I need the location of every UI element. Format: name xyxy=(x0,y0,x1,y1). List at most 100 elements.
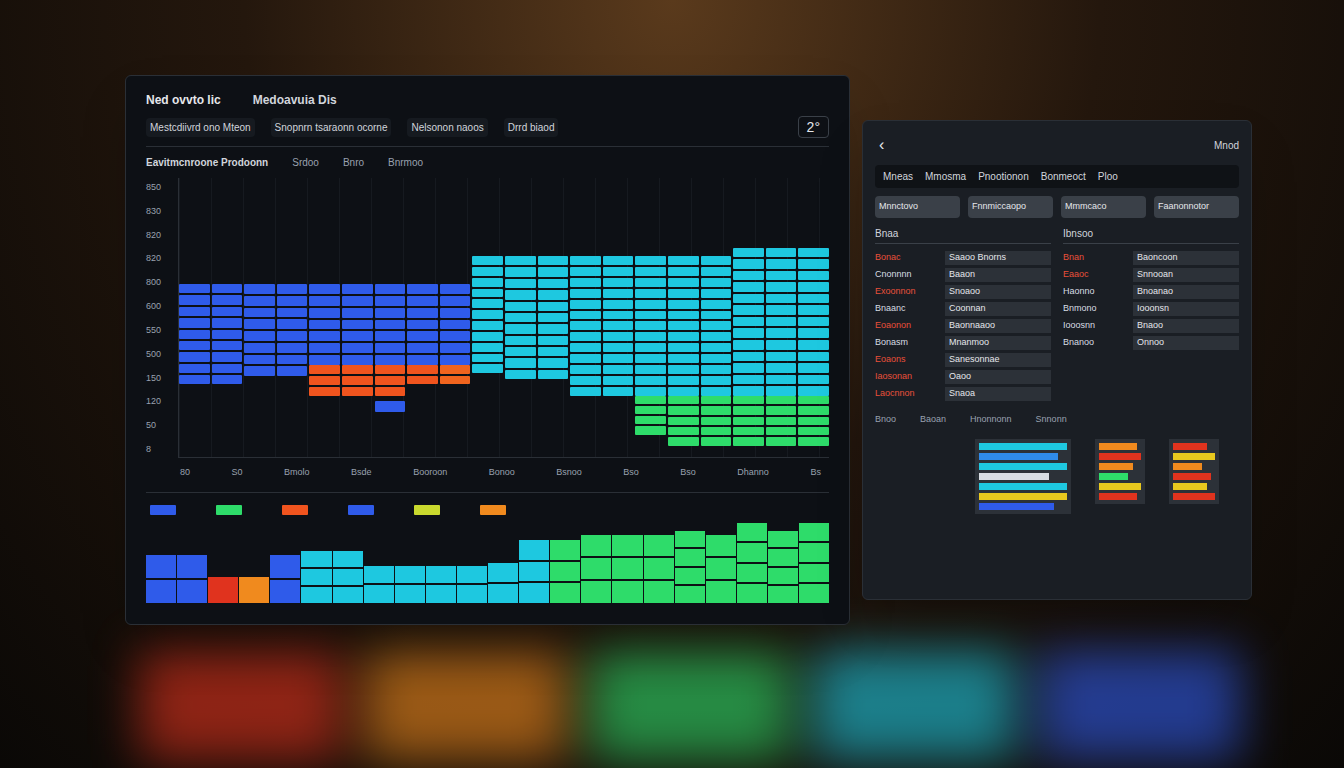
side-list: BnaaBonacSaaoo BnornsCnonnnnBaaonExoonno… xyxy=(875,226,1051,401)
chart-tile xyxy=(635,406,666,414)
filter-button[interactable]: Fnnmiccaopo xyxy=(968,196,1053,218)
chart-segment xyxy=(798,248,829,396)
chart-tile xyxy=(538,370,569,379)
chart-tile xyxy=(538,290,569,299)
mini-track xyxy=(1173,473,1215,480)
toolbar-item[interactable]: Mestcdiivrd ono Mteon xyxy=(146,118,255,137)
strip-tile xyxy=(270,555,300,578)
strip-tile xyxy=(799,584,829,603)
x-tick: Bmolo xyxy=(284,466,310,480)
row-detail: Bnoanao xyxy=(1133,285,1239,299)
strip-tile xyxy=(333,551,363,567)
list-row[interactable]: BnanooOnnoo xyxy=(1063,336,1239,350)
list-row[interactable]: EaaocSnnooan xyxy=(1063,268,1239,282)
strip-tile xyxy=(270,580,300,603)
list-row[interactable]: LaocnnonSnaoa xyxy=(875,387,1051,401)
chart-segment xyxy=(733,396,764,446)
strip-bar xyxy=(177,555,207,603)
toolbar-item[interactable]: Nelsonon naoos xyxy=(407,118,487,137)
strip-bar xyxy=(581,535,611,602)
chart-tile xyxy=(407,343,438,353)
chart-tile xyxy=(375,355,406,365)
mini-fill xyxy=(979,463,1067,470)
chart-column xyxy=(766,178,797,457)
row-detail: Baoncoon xyxy=(1133,251,1239,265)
chart-column xyxy=(733,178,764,457)
chart-tile xyxy=(603,376,634,385)
row-detail: Saaoo Bnorns xyxy=(945,251,1051,265)
list-row[interactable]: IooosnnBnaoo xyxy=(1063,319,1239,333)
chart-tile xyxy=(701,387,732,396)
row-label: Cnonnnn xyxy=(875,268,941,282)
list-row[interactable]: EoaononBaonnaaoo xyxy=(875,319,1051,333)
filter-button[interactable]: Faanonnotor xyxy=(1154,196,1239,218)
chart-tile xyxy=(603,311,634,320)
list-row[interactable]: BnaancCoonnan xyxy=(875,302,1051,316)
header-item: Ploo xyxy=(1098,169,1118,184)
chart-tile xyxy=(701,256,732,265)
list-row[interactable]: IaosonanOaoo xyxy=(875,370,1051,384)
chart-segment xyxy=(635,396,666,435)
back-icon[interactable]: ‹ xyxy=(875,133,888,157)
chart-tile xyxy=(635,396,666,404)
list-row[interactable]: ExoonnonSnoaoo xyxy=(875,285,1051,299)
strip-tile xyxy=(706,581,736,602)
chart-column xyxy=(472,178,503,457)
list-row[interactable]: CnonnnnBaaon xyxy=(875,268,1051,282)
chart-tile xyxy=(798,271,829,281)
chart-tile xyxy=(244,343,275,353)
chart-segment xyxy=(472,256,503,373)
strip-tile xyxy=(519,583,549,602)
chart-tile xyxy=(375,296,406,306)
note: Bnoo xyxy=(875,413,896,427)
list-row[interactable]: BonasmMnanmoo xyxy=(875,336,1051,350)
chart-tile xyxy=(603,256,634,265)
chart-tile xyxy=(701,417,732,425)
chart-tile xyxy=(505,347,536,356)
row-label: Eoaons xyxy=(875,353,941,367)
chart-tile xyxy=(375,331,406,341)
chart-segment xyxy=(635,256,666,396)
chart-tile xyxy=(407,355,438,365)
header-item: Mneas xyxy=(883,169,913,184)
toolbar-item[interactable]: Drrd biaod xyxy=(504,118,559,137)
chart-segment xyxy=(179,284,210,384)
chart-tile xyxy=(309,365,340,374)
chart-column xyxy=(570,178,601,457)
chart-tile xyxy=(635,365,666,374)
mini-fill xyxy=(1173,443,1207,450)
toolbar-item[interactable]: Snopnrn tsaraonn ocorne xyxy=(271,118,392,137)
main-monitor: Ned ovvto licMedoavuia DisMestcdiivrd on… xyxy=(125,75,850,625)
strip-tile xyxy=(488,563,518,582)
list-row[interactable]: HaonnoBnoanao xyxy=(1063,285,1239,299)
strip-tile xyxy=(581,535,611,556)
list-row[interactable]: BnmonoIooonsn xyxy=(1063,302,1239,316)
count-badge[interactable]: 2° xyxy=(798,116,829,138)
mini-track xyxy=(1099,463,1141,470)
chart-tile xyxy=(733,417,764,425)
filter-button[interactable]: Mnnctovo xyxy=(875,196,960,218)
x-tick: Dhanno xyxy=(737,466,769,480)
strip-bar xyxy=(364,566,394,603)
legend-chip xyxy=(216,505,242,515)
chart-tile xyxy=(766,305,797,315)
note: Snnonn xyxy=(1036,413,1067,427)
header-item: Bonmeoct xyxy=(1041,169,1086,184)
chart-tile xyxy=(570,267,601,276)
chart-tile xyxy=(798,317,829,327)
chart-tile xyxy=(635,278,666,287)
list-row[interactable]: BnanBaoncoon xyxy=(1063,251,1239,265)
chart-tile xyxy=(668,267,699,276)
strip-bar xyxy=(333,551,363,602)
chart-tile xyxy=(440,331,471,341)
strip-tile xyxy=(239,577,269,603)
y-tick: 820 xyxy=(146,230,174,240)
chart-tile xyxy=(766,328,797,338)
chart-tile xyxy=(212,307,243,316)
y-tick: 120 xyxy=(146,396,174,406)
list-row[interactable]: BonacSaaoo Bnorns xyxy=(875,251,1051,265)
filter-button[interactable]: Mmmcaco xyxy=(1061,196,1146,218)
chart-segment xyxy=(375,401,406,412)
list-row[interactable]: EoaonsSanesonnae xyxy=(875,353,1051,367)
x-axis: 80S0BmoloBsdeBooroonBonooBsnooBsoBsoDhan… xyxy=(146,466,829,480)
